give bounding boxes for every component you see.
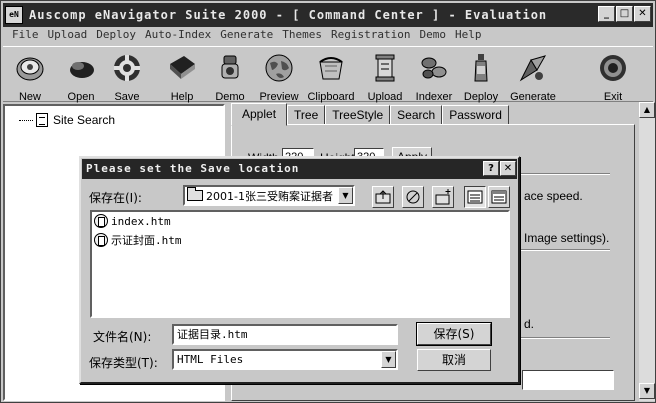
menu-upload[interactable]: Upload (48, 28, 88, 44)
menu-themes[interactable]: Themes (282, 28, 322, 44)
new-icon (16, 57, 44, 81)
menu-generate[interactable]: Generate (220, 28, 273, 44)
file-name: 示证封面.htm (111, 234, 182, 247)
file-list[interactable]: index.htm 示证封面.htm (90, 210, 510, 318)
maximize-button[interactable]: □ (616, 6, 633, 22)
help-button[interactable]: Help (156, 49, 208, 103)
preview-globe-icon (265, 54, 293, 82)
details-view-icon (491, 190, 507, 204)
property-tabs: Applet Tree TreeStyle Search Password (231, 103, 509, 126)
clipboard-button[interactable]: Clipboard (305, 49, 357, 103)
minimize-button[interactable]: _ (598, 6, 615, 22)
app-icon[interactable]: eN (5, 6, 23, 24)
chevron-down-icon[interactable]: ▼ (381, 351, 396, 368)
filetype-label: 保存类型(T): (89, 356, 158, 370)
image-settings-text: Image settings). (524, 231, 610, 245)
scroll-down-icon[interactable]: ▼ (639, 383, 655, 399)
tab-applet[interactable]: Applet (231, 103, 288, 126)
indexer-button[interactable]: Indexer (408, 49, 460, 103)
filename-label: 文件名(N): (93, 330, 152, 344)
save-in-combo[interactable]: 2001-1张三受贿案证据者 ▼ (183, 185, 355, 206)
open-icon (70, 62, 94, 78)
list-item[interactable]: index.htm (94, 214, 171, 228)
menu-registration[interactable]: Registration (331, 28, 410, 44)
menu-auto-index[interactable]: Auto-Index (145, 28, 211, 44)
window-title: Auscomp eNavigator Suite 2000 - [ Comman… (29, 8, 548, 22)
scroll-up-icon[interactable]: ▲ (639, 102, 655, 118)
save-button[interactable]: Save (101, 49, 153, 103)
save-in-label: 保存在(I): (89, 191, 142, 205)
preview-button[interactable]: Preview (253, 49, 305, 103)
page-icon (36, 113, 48, 127)
tab-treestyle[interactable]: TreeStyle (325, 105, 391, 125)
help-label: Help (170, 91, 194, 103)
deploy-icon (474, 54, 488, 82)
save-icon (114, 55, 140, 81)
exit-button[interactable]: Exit (587, 49, 639, 103)
dialog-help-button[interactable]: ? (483, 161, 499, 176)
generate-icon (519, 55, 547, 82)
tab-search[interactable]: Search (390, 105, 443, 125)
save-location-dialog: Please set the Save location ? ✕ 保存在(I):… (79, 156, 520, 384)
new-button[interactable]: New (4, 49, 56, 103)
tree-connector (19, 119, 33, 121)
dialog-cancel-button[interactable]: 取消 (417, 349, 491, 371)
toolbar: New Open Save Help Demo Preview Clipboar… (3, 46, 653, 103)
save-in-value: 2001-1张三受贿案证据者 (206, 189, 333, 203)
tab-password[interactable]: Password (442, 105, 509, 125)
panel-text-d: d. (524, 317, 535, 331)
dialog-title-bar[interactable]: Please set the Save location ? ✕ (82, 159, 517, 179)
speed-text: ace speed. (524, 189, 583, 203)
window-controls: _ □ ✕ (598, 6, 651, 22)
demo-button[interactable]: Demo (204, 49, 256, 103)
filetype-combo[interactable]: HTML Files ▼ (172, 349, 398, 370)
clipboard-icon (319, 57, 343, 80)
title-bar[interactable]: eN Auscomp eNavigator Suite 2000 - [ Com… (3, 3, 653, 27)
help-book-icon (170, 56, 195, 79)
up-folder-button[interactable] (372, 186, 394, 208)
tab-tree[interactable]: Tree (287, 105, 326, 125)
new-folder-icon (435, 189, 451, 205)
tree-item-label: Site Search (53, 113, 116, 127)
up-folder-icon (375, 190, 391, 204)
upload-button[interactable]: Upload (359, 49, 411, 103)
upload-icon (375, 54, 395, 82)
menu-demo[interactable]: Demo (419, 28, 446, 44)
open-button[interactable]: Open (55, 49, 107, 103)
filename-input[interactable]: 证据目录.htm (172, 324, 398, 345)
generate-button[interactable]: Generate (507, 49, 559, 103)
dialog-title: Please set the Save location (86, 162, 300, 175)
tree-item-site-search[interactable]: Site Search (19, 113, 115, 127)
list-item[interactable]: 示证封面.htm (94, 232, 182, 248)
indexer-icon (421, 57, 447, 79)
save-label: Save (114, 91, 140, 103)
chevron-down-icon[interactable]: ▼ (338, 187, 353, 204)
panel-field[interactable] (522, 370, 614, 390)
new-label: New (18, 91, 41, 103)
dialog-close-button[interactable]: ✕ (500, 161, 516, 176)
desktop-icon (406, 190, 420, 204)
menu-file[interactable]: File (12, 28, 39, 44)
open-label: Open (67, 91, 95, 103)
dialog-save-button[interactable]: 保存(S) (416, 322, 492, 346)
menu-help[interactable]: Help (455, 28, 482, 44)
deploy-button[interactable]: Deploy (455, 49, 507, 103)
menu-deploy[interactable]: Deploy (96, 28, 136, 44)
list-view-icon (467, 190, 483, 204)
details-view-button[interactable] (488, 186, 510, 208)
list-view-button[interactable] (464, 186, 486, 208)
html-file-icon (94, 233, 108, 247)
file-name: index.htm (111, 214, 171, 228)
vertical-scrollbar[interactable]: ▲ ▼ (639, 102, 655, 401)
filetype-value: HTML Files (177, 353, 244, 366)
close-button[interactable]: ✕ (634, 6, 651, 22)
demo-icon (221, 55, 239, 79)
new-folder-button[interactable] (432, 186, 454, 208)
desktop-button[interactable] (402, 186, 424, 208)
exit-icon (600, 55, 626, 81)
menu-bar: File Upload Deploy Auto-Index Generate T… (3, 28, 653, 44)
html-file-icon (94, 214, 108, 228)
folder-icon (187, 187, 203, 201)
